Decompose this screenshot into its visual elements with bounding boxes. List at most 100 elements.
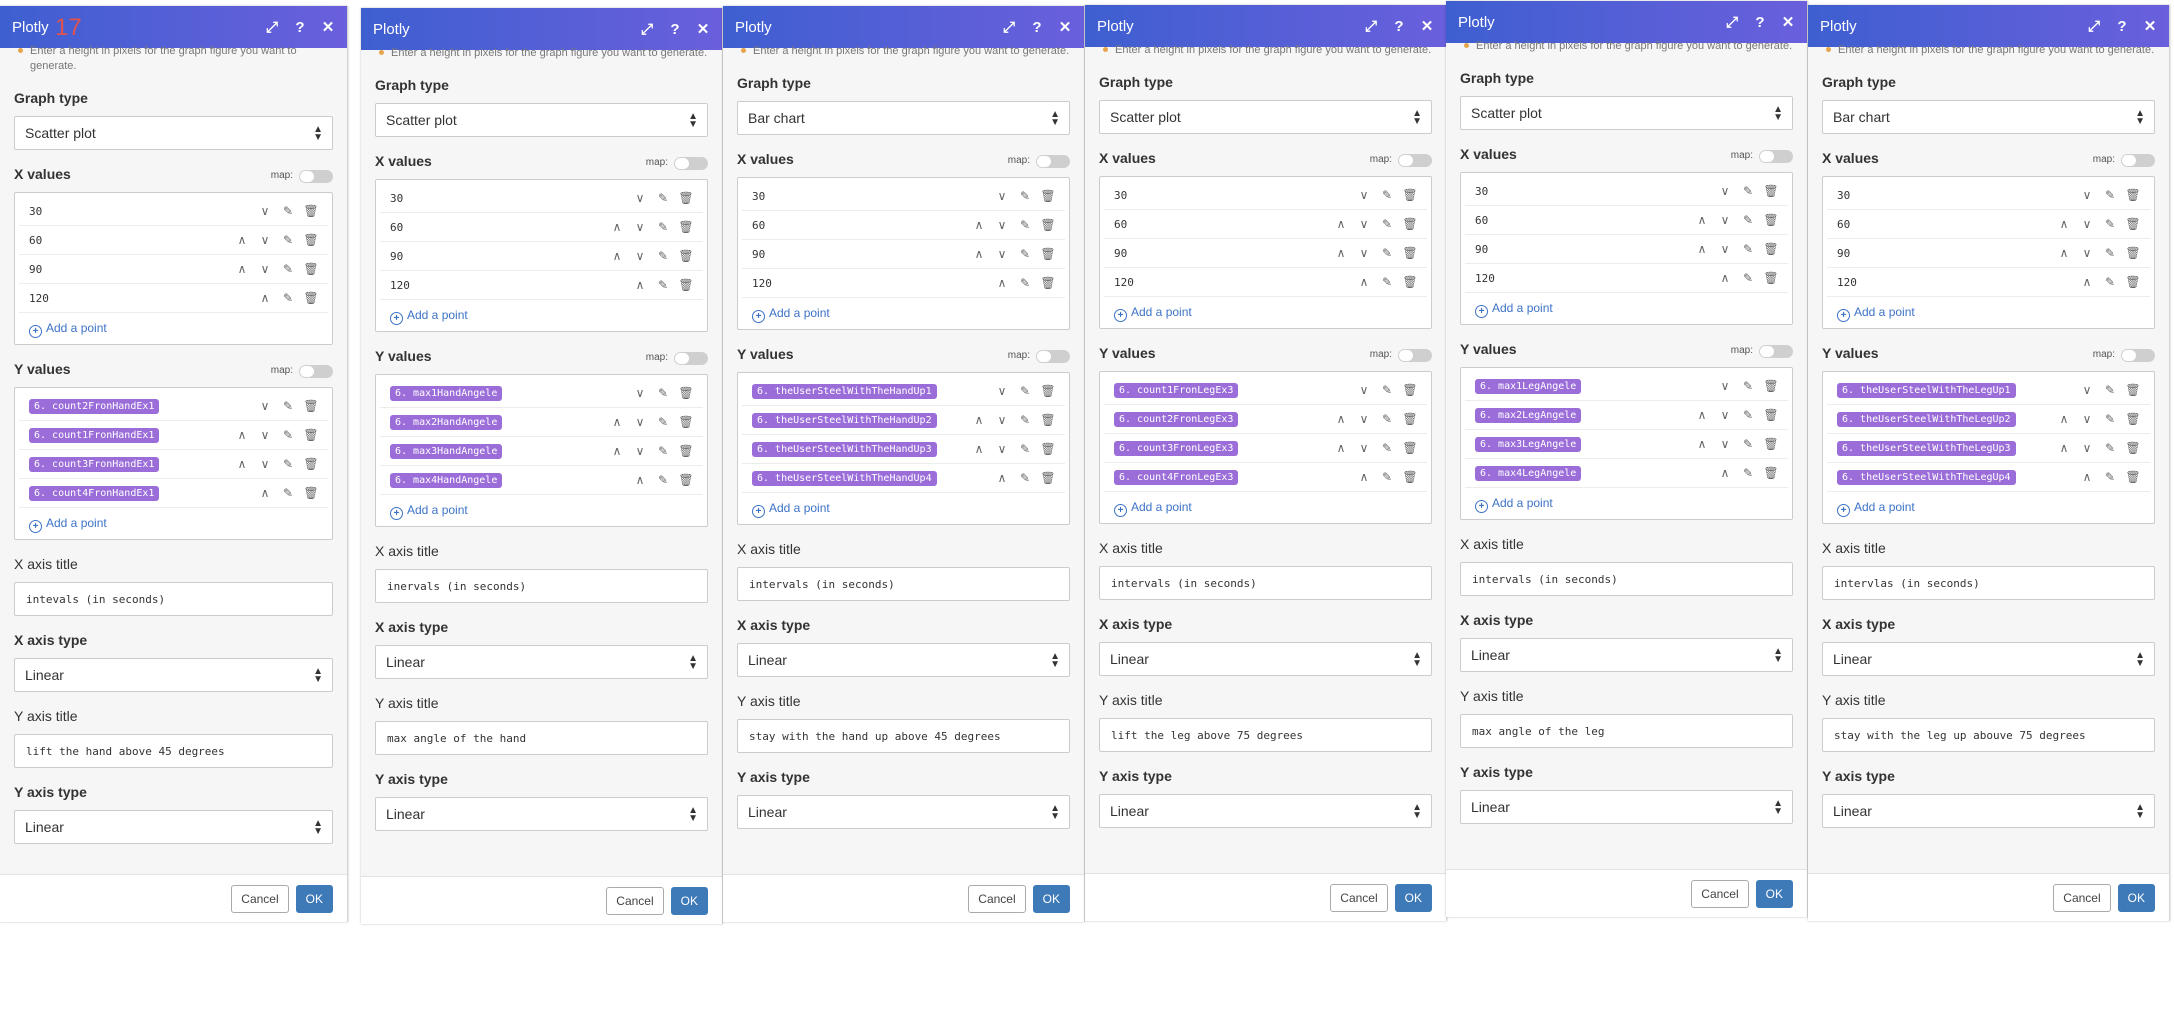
move-up-icon[interactable]: ∧ xyxy=(1693,242,1711,256)
close-icon[interactable]: ✕ xyxy=(2141,17,2159,35)
edit-icon[interactable]: ✎ xyxy=(2101,412,2119,426)
edit-icon[interactable]: ✎ xyxy=(654,220,672,234)
move-down-icon[interactable]: ∨ xyxy=(1716,379,1734,393)
trash-icon[interactable]: 🗑︎ xyxy=(2124,441,2142,455)
edit-icon[interactable]: ✎ xyxy=(1378,441,1396,455)
edit-icon[interactable]: ✎ xyxy=(279,399,297,413)
ok-button[interactable]: OK xyxy=(1394,883,1432,912)
graph-type-select[interactable]: Scatter plot ▲ ▼ xyxy=(1460,96,1793,130)
x-axis-type-select[interactable]: Linear ▲ ▼ xyxy=(1822,642,2155,676)
help-icon[interactable]: ? xyxy=(2113,17,2131,35)
trash-icon[interactable]: 🗑︎ xyxy=(677,278,695,292)
ok-button[interactable]: OK xyxy=(295,884,333,913)
variable-pill[interactable]: 6. max4LegAngele xyxy=(1475,465,1582,481)
edit-icon[interactable]: ✎ xyxy=(1378,188,1396,202)
toggle-switch[interactable] xyxy=(674,351,708,365)
trash-icon[interactable]: 🗑︎ xyxy=(2124,383,2142,397)
map-toggle[interactable]: map: xyxy=(1370,150,1432,170)
edit-icon[interactable]: ✎ xyxy=(1739,466,1757,480)
trash-icon[interactable]: 🗑︎ xyxy=(677,386,695,400)
move-down-icon[interactable]: ∨ xyxy=(1716,408,1734,422)
graph-type-select[interactable]: Bar chart ▲ ▼ xyxy=(1822,100,2155,134)
cancel-button[interactable]: Cancel xyxy=(1691,879,1749,908)
graph-type-select[interactable]: Scatter plot ▲ ▼ xyxy=(1099,100,1432,134)
edit-icon[interactable]: ✎ xyxy=(2101,246,2119,260)
move-up-icon[interactable]: ∧ xyxy=(970,218,988,232)
trash-icon[interactable]: 🗑︎ xyxy=(1401,412,1419,426)
cancel-button[interactable]: Cancel xyxy=(606,886,664,915)
edit-icon[interactable]: ✎ xyxy=(654,415,672,429)
map-toggle[interactable]: map: xyxy=(646,153,708,173)
close-icon[interactable]: ✕ xyxy=(319,18,337,36)
move-up-icon[interactable]: ∧ xyxy=(1332,441,1350,455)
add-point-button[interactable]: + Add a point xyxy=(1100,297,1431,322)
trash-icon[interactable]: 🗑︎ xyxy=(1039,276,1057,290)
graph-type-select[interactable]: Scatter plot ▲ ▼ xyxy=(375,103,708,137)
move-up-icon[interactable]: ∧ xyxy=(233,233,251,247)
trash-icon[interactable]: 🗑︎ xyxy=(677,249,695,263)
trash-icon[interactable]: 🗑︎ xyxy=(302,204,320,218)
variable-pill[interactable]: 6. count2FronHandEx1 xyxy=(29,398,160,414)
ok-button[interactable]: OK xyxy=(670,886,708,915)
variable-pill[interactable]: 6. theUserSteelWithTheHandUp2 xyxy=(752,412,937,428)
edit-icon[interactable]: ✎ xyxy=(1378,246,1396,260)
x-axis-type-select[interactable]: Linear ▲ ▼ xyxy=(737,643,1070,677)
y-axis-title-input[interactable]: stay with the hand up above 45 degrees xyxy=(737,719,1070,753)
move-down-icon[interactable]: ∨ xyxy=(1716,437,1734,451)
expand-icon[interactable]: ⤢ xyxy=(638,20,656,38)
trash-icon[interactable]: 🗑︎ xyxy=(1401,275,1419,289)
move-up-icon[interactable]: ∧ xyxy=(631,278,649,292)
toggle-switch[interactable] xyxy=(674,156,708,170)
x-axis-type-select[interactable]: Linear ▲ ▼ xyxy=(1099,642,1432,676)
edit-icon[interactable]: ✎ xyxy=(2101,441,2119,455)
move-up-icon[interactable]: ∧ xyxy=(2055,217,2073,231)
y-axis-type-select[interactable]: Linear ▲ ▼ xyxy=(375,797,708,831)
edit-icon[interactable]: ✎ xyxy=(1739,379,1757,393)
edit-icon[interactable]: ✎ xyxy=(1378,383,1396,397)
variable-pill[interactable]: 6. max2LegAngele xyxy=(1475,407,1582,423)
trash-icon[interactable]: 🗑︎ xyxy=(1401,246,1419,260)
help-icon[interactable]: ? xyxy=(291,18,309,36)
y-axis-title-input[interactable]: lift the hand above 45 degrees xyxy=(14,734,333,768)
edit-icon[interactable]: ✎ xyxy=(654,386,672,400)
move-up-icon[interactable]: ∧ xyxy=(233,428,251,442)
move-down-icon[interactable]: ∨ xyxy=(1355,217,1373,231)
y-axis-title-input[interactable]: max angle of the hand xyxy=(375,721,708,755)
add-point-button[interactable]: + Add a point xyxy=(15,508,332,533)
variable-pill[interactable]: 6. count1FronLegEx3 xyxy=(1114,382,1239,398)
x-axis-type-select[interactable]: Linear ▲ ▼ xyxy=(1460,638,1793,672)
x-axis-title-input[interactable]: intervals (in seconds) xyxy=(1099,566,1432,600)
trash-icon[interactable]: 🗑︎ xyxy=(677,415,695,429)
move-down-icon[interactable]: ∨ xyxy=(1355,383,1373,397)
add-point-button[interactable]: + Add a point xyxy=(376,300,707,325)
move-down-icon[interactable]: ∨ xyxy=(2078,412,2096,426)
move-down-icon[interactable]: ∨ xyxy=(2078,217,2096,231)
variable-pill[interactable]: 6. max3HandAngele xyxy=(390,443,503,459)
move-up-icon[interactable]: ∧ xyxy=(993,276,1011,290)
variable-pill[interactable]: 6. theUserSteelWithTheHandUp3 xyxy=(752,441,937,457)
map-toggle[interactable]: map: xyxy=(1370,345,1432,365)
map-toggle[interactable]: map: xyxy=(1008,151,1070,171)
edit-icon[interactable]: ✎ xyxy=(2101,383,2119,397)
close-icon[interactable]: ✕ xyxy=(1418,17,1436,35)
toggle-switch[interactable] xyxy=(1398,153,1432,167)
x-axis-title-input[interactable]: intervals (in seconds) xyxy=(737,567,1070,601)
move-up-icon[interactable]: ∧ xyxy=(1716,271,1734,285)
trash-icon[interactable]: 🗑︎ xyxy=(1401,441,1419,455)
x-axis-type-select[interactable]: Linear ▲ ▼ xyxy=(14,658,333,692)
edit-icon[interactable]: ✎ xyxy=(1016,189,1034,203)
move-up-icon[interactable]: ∧ xyxy=(2078,470,2096,484)
x-axis-title-input[interactable]: intevals (in seconds) xyxy=(14,582,333,616)
move-down-icon[interactable]: ∨ xyxy=(256,457,274,471)
move-down-icon[interactable]: ∨ xyxy=(1716,213,1734,227)
move-down-icon[interactable]: ∨ xyxy=(256,399,274,413)
variable-pill[interactable]: 6. max1LegAngele xyxy=(1475,378,1582,394)
add-point-button[interactable]: + Add a point xyxy=(1461,488,1792,513)
graph-type-select[interactable]: Scatter plot ▲ ▼ xyxy=(14,116,333,150)
trash-icon[interactable]: 🗑︎ xyxy=(2124,188,2142,202)
move-down-icon[interactable]: ∨ xyxy=(993,218,1011,232)
move-down-icon[interactable]: ∨ xyxy=(993,384,1011,398)
trash-icon[interactable]: 🗑︎ xyxy=(302,291,320,305)
expand-icon[interactable]: ⤢ xyxy=(1000,18,1018,36)
move-down-icon[interactable]: ∨ xyxy=(1716,184,1734,198)
